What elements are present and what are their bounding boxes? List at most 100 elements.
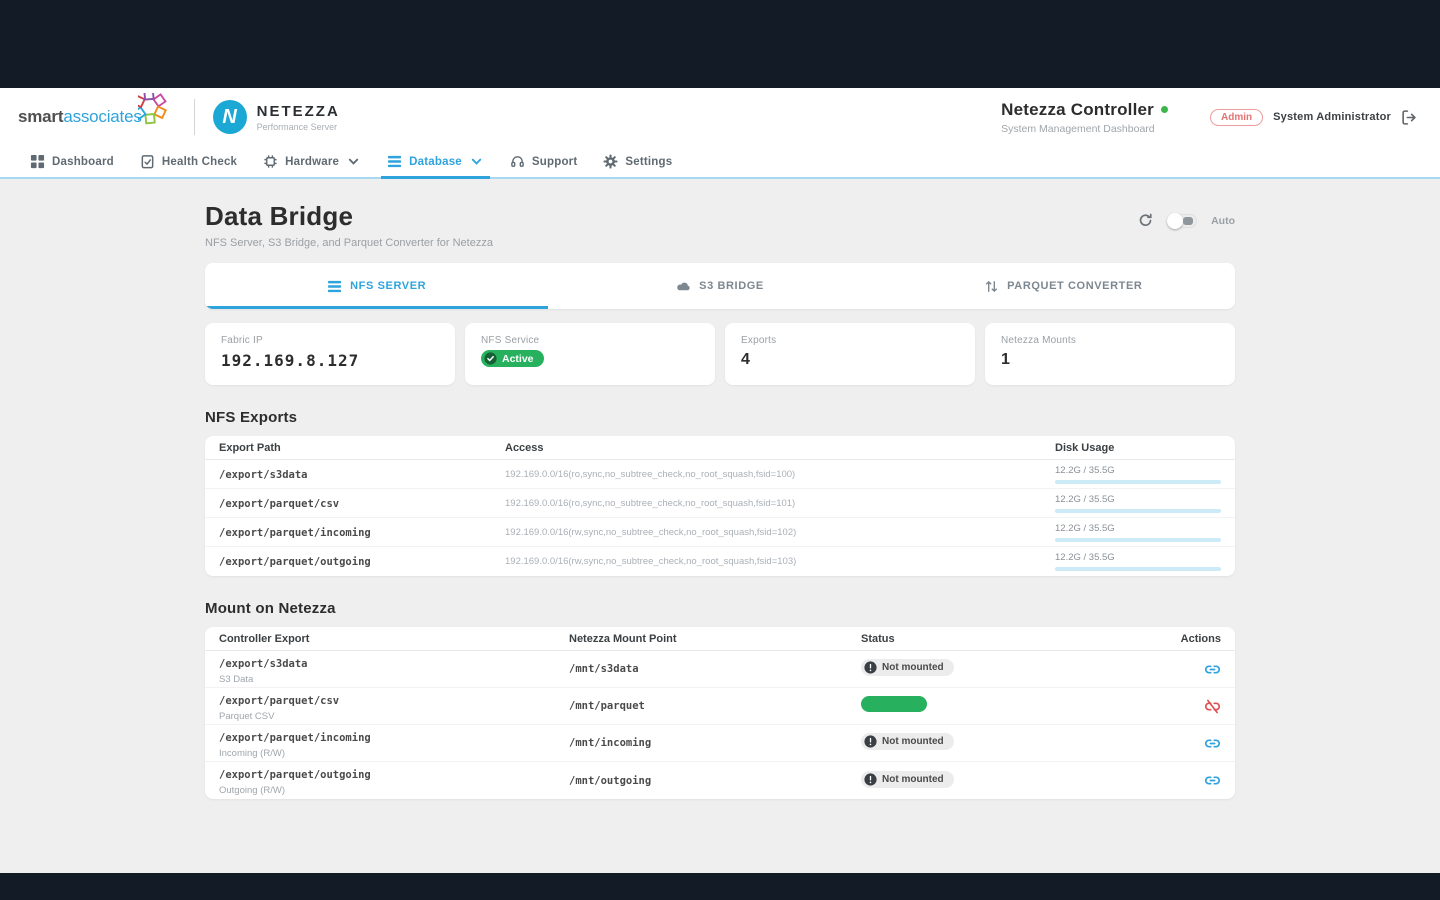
controller-export: /export/parquet/csv Parquet CSV <box>219 691 569 722</box>
export-path: /export/parquet/csv <box>219 498 505 510</box>
actions-cell <box>1171 735 1221 752</box>
pinwheel-flower-icon <box>138 93 176 131</box>
unmount-unlink-icon[interactable] <box>1204 698 1221 715</box>
page-title-block: Data Bridge NFS Server, S3 Bridge, and P… <box>205 201 493 249</box>
table-row: /export/s3data 192.169.0.0/16(ro,sync,no… <box>205 460 1235 489</box>
netezza-logo-icon: N <box>213 100 247 134</box>
export-path: /export/s3data <box>219 469 505 481</box>
stat-cards: Fabric IP 192.169.8.127 NFS Service Acti… <box>205 323 1235 385</box>
smartassociates-logo: smartassociates <box>18 103 176 131</box>
export-access: 192.169.0.0/16(rw,sync,no_subtree_check,… <box>505 527 1055 538</box>
mount-on-netezza-table: Controller Export Netezza Mount Point St… <box>205 627 1235 799</box>
nav-item-hardware[interactable]: Hardware <box>263 146 361 177</box>
active-status-badge: Active <box>481 350 544 367</box>
controller-export: /export/parquet/incoming Incoming (R/W) <box>219 728 569 759</box>
export-access: 192.169.0.0/16(ro,sync,no_subtree_check,… <box>505 498 1055 509</box>
mount-link-icon[interactable] <box>1204 735 1221 752</box>
stat-card-nfs-service: NFS Service Active <box>465 323 715 385</box>
refresh-icon[interactable] <box>1138 213 1153 228</box>
stat-card-fabric-ip: Fabric IP 192.169.8.127 <box>205 323 455 385</box>
main-nav: Dashboard Health Check Hardware Database… <box>0 146 1440 179</box>
user-cluster: Admin System Administrator <box>1210 109 1418 126</box>
table-header: Controller Export Netezza Mount Point St… <box>205 627 1235 651</box>
exports-count: 4 <box>741 351 959 369</box>
controller-export: /export/s3data S3 Data <box>219 654 569 685</box>
data-bridge-page: Data Bridge NFS Server, S3 Bridge, and P… <box>205 179 1235 799</box>
netezza-mount-point: /mnt/parquet <box>569 700 861 712</box>
product-subtitle: Performance Server <box>257 122 340 132</box>
auto-toggle-label: Auto <box>1211 215 1235 227</box>
mounted-status-badge <box>861 696 927 712</box>
controller-subtitle: System Management Dashboard <box>1001 123 1168 135</box>
disk-usage: 12.2G / 35.5G <box>1055 518 1221 547</box>
controller-status-block: Netezza Controller System Management Das… <box>1001 100 1168 135</box>
list-bars-icon <box>387 154 402 169</box>
nav-item-health-check[interactable]: Health Check <box>140 146 237 177</box>
alert-circle-icon <box>864 661 877 674</box>
actions-cell <box>1171 661 1221 678</box>
chevron-down-icon <box>346 154 361 169</box>
disk-usage-bar <box>1055 538 1221 542</box>
clipboard-check-icon <box>140 154 155 169</box>
not-mounted-status-badge: Not mounted <box>861 771 954 788</box>
export-path: /export/parquet/outgoing <box>219 556 505 568</box>
tab-s3-bridge[interactable]: S3 BRIDGE <box>548 263 891 309</box>
tab-parquet-converter[interactable]: PARQUET CONVERTER <box>892 263 1235 309</box>
check-circle-icon <box>484 352 497 365</box>
admin-role-badge: Admin <box>1210 109 1263 126</box>
export-description: S3 Data <box>219 674 569 685</box>
nav-item-dashboard[interactable]: Dashboard <box>30 146 114 177</box>
auto-refresh-toggle[interactable] <box>1167 214 1197 228</box>
app-header: smartassociates N NETEZZA Performance Se… <box>0 88 1440 146</box>
status-cell: Not mounted <box>861 771 1171 791</box>
status-cell: Not mounted <box>861 659 1171 679</box>
stat-card-netezza-mounts: Netezza Mounts 1 <box>985 323 1235 385</box>
table-row: /export/parquet/outgoing 192.169.0.0/16(… <box>205 547 1235 576</box>
server-bars-icon <box>327 279 342 294</box>
nav-item-support[interactable]: Support <box>510 146 577 177</box>
not-mounted-status-badge: Not mounted <box>861 659 954 676</box>
export-access: 192.169.0.0/16(ro,sync,no_subtree_check,… <box>505 469 1055 480</box>
nfs-exports-table: Export Path Access Disk Usage /export/s3… <box>205 436 1235 576</box>
mount-link-icon[interactable] <box>1204 661 1221 678</box>
not-mounted-status-badge: Not mounted <box>861 733 954 750</box>
netezza-wordmark: NETEZZA Performance Server <box>257 103 340 132</box>
disk-usage-bar <box>1055 567 1221 571</box>
mounts-count: 1 <box>1001 351 1219 369</box>
fabric-ip-value: 192.169.8.127 <box>221 351 439 370</box>
page-subtitle: NFS Server, S3 Bridge, and Parquet Conve… <box>205 237 493 249</box>
status-cell <box>861 696 1171 717</box>
actions-cell <box>1171 698 1221 715</box>
chevron-down-icon <box>469 154 484 169</box>
nav-item-settings[interactable]: Settings <box>603 146 672 177</box>
export-description: Incoming (R/W) <box>219 748 569 759</box>
product-name: NETEZZA <box>257 103 340 120</box>
netezza-mount-point: /mnt/outgoing <box>569 775 861 787</box>
disk-usage: 12.2G / 35.5G <box>1055 547 1221 576</box>
table-row: /export/parquet/incoming Incoming (R/W) … <box>205 725 1235 762</box>
stat-card-exports: Exports 4 <box>725 323 975 385</box>
nav-item-database[interactable]: Database <box>387 146 484 177</box>
disk-usage: 12.2G / 35.5G <box>1055 489 1221 518</box>
mount-link-icon[interactable] <box>1204 772 1221 789</box>
netezza-mount-point: /mnt/s3data <box>569 663 861 675</box>
export-access: 192.169.0.0/16(rw,sync,no_subtree_check,… <box>505 556 1055 567</box>
netezza-mount-point: /mnt/incoming <box>569 737 861 749</box>
chip-icon <box>263 154 278 169</box>
logo-divider <box>194 99 195 135</box>
user-name: System Administrator <box>1273 111 1391 123</box>
mount-on-netezza-heading: Mount on Netezza <box>205 600 1235 617</box>
data-bridge-tabs: NFS SERVER S3 BRIDGE PARQUET CONVERTER <box>205 263 1235 309</box>
status-cell: Not mounted <box>861 733 1171 753</box>
tab-nfs-server[interactable]: NFS SERVER <box>205 263 548 309</box>
bottom-letterbox-band <box>0 873 1440 900</box>
table-header: Export Path Access Disk Usage <box>205 436 1235 460</box>
logout-icon[interactable] <box>1401 109 1418 126</box>
page-title: Data Bridge <box>205 201 493 232</box>
table-row: /export/parquet/csv Parquet CSV /mnt/par… <box>205 688 1235 725</box>
controller-export: /export/parquet/outgoing Outgoing (R/W) <box>219 765 569 796</box>
alert-circle-icon <box>864 735 877 748</box>
alert-circle-icon <box>864 773 877 786</box>
export-description: Parquet CSV <box>219 711 569 722</box>
controller-title: Netezza Controller <box>1001 100 1154 120</box>
